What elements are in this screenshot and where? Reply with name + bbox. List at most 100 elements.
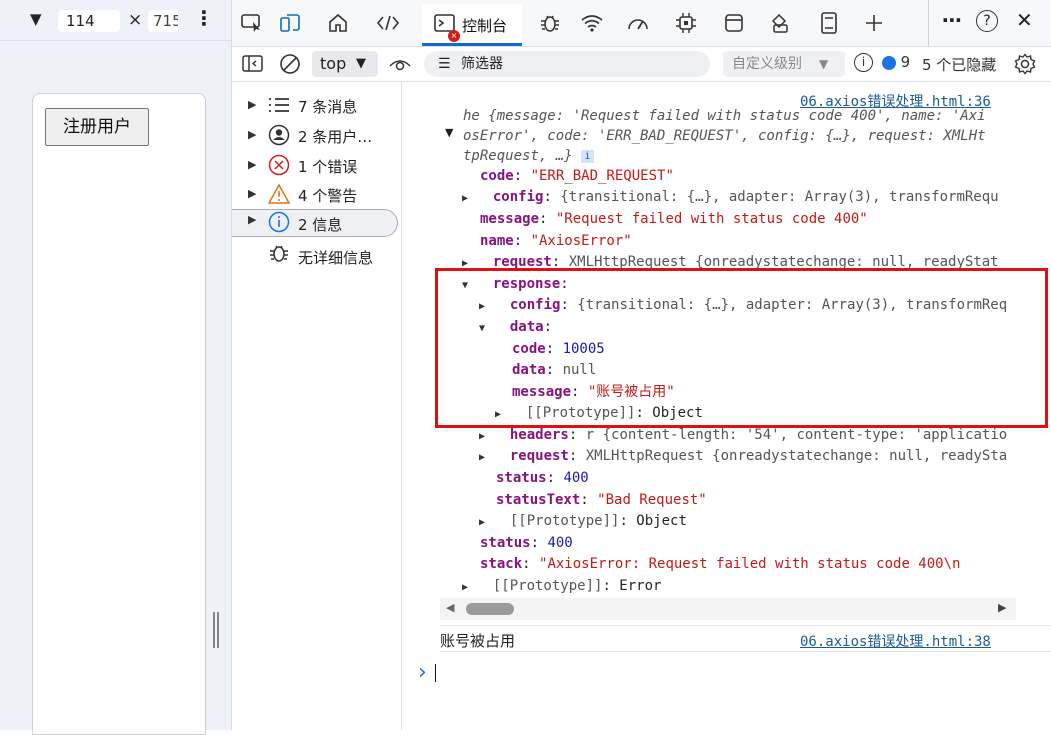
expand-arrow-icon[interactable]: ▶: [462, 577, 476, 598]
performance-icon[interactable]: [624, 9, 652, 37]
context-selector[interactable]: top ▼: [312, 51, 378, 77]
sidebar-item-info[interactable]: ▶ 2 信息: [232, 209, 398, 237]
filter-input[interactable]: ☰ 筛选器: [424, 51, 710, 77]
log-level-select[interactable]: 自定义级别 ▼: [723, 51, 845, 77]
info-icon: [268, 211, 290, 233]
horizontal-scrollbar[interactable]: ◀ ▶: [440, 598, 1016, 620]
issue-count: 9: [900, 53, 911, 71]
console-toolbar: top ▼ ☰ 筛选器 自定义级别 ▼ i 9 5 个已隐藏: [232, 47, 1051, 82]
expand-arrow-icon[interactable]: ▶: [248, 158, 256, 171]
prop-row[interactable]: statusText: "Bad Request": [496, 490, 707, 511]
prop-row[interactable]: ▶ config: {transitional: {…}, adapter: A…: [462, 187, 999, 208]
more-tools-icon[interactable]: ⋯: [942, 8, 962, 32]
info-icon: i: [854, 53, 873, 72]
sidebar-item-label: 2 条用户…: [298, 128, 373, 146]
devtools-main-toolbar: × 控制台 ⋯ ? ✕: [232, 0, 1051, 47]
sidebar-item-label: 7 条消息: [298, 98, 358, 116]
sidebar-item-messages[interactable]: ▶ 7 条消息: [232, 94, 397, 122]
log-message: 账号被占用: [440, 632, 516, 650]
issues-counter[interactable]: i 9: [854, 53, 910, 72]
expand-arrow-icon[interactable]: ▶: [479, 447, 493, 468]
info-icon: i: [581, 149, 595, 163]
width-input[interactable]: 114: [58, 10, 120, 32]
prompt-chevron-icon: ›: [418, 660, 427, 685]
live-expression-icon[interactable]: [388, 54, 412, 78]
clear-console-icon[interactable]: [279, 53, 301, 79]
height-input[interactable]: 715: [148, 10, 178, 32]
prop-row[interactable]: ▶ [[Prototype]]: Object: [479, 511, 687, 532]
bug-icon[interactable]: [536, 9, 564, 37]
device-viewport-pane: ▼ 114 × 715 ⋮ 注册用户: [0, 0, 232, 735]
log-divider: [440, 651, 1051, 652]
scroll-left-icon[interactable]: ◀: [446, 601, 454, 614]
help-icon[interactable]: ?: [976, 10, 998, 32]
prop-row[interactable]: status: 400: [496, 468, 589, 489]
scrollbar-thumb[interactable]: [466, 603, 514, 615]
prop-row[interactable]: ▶ [[Prototype]]: Error: [462, 576, 661, 597]
cpu-icon[interactable]: [672, 9, 700, 37]
error-icon: [268, 154, 290, 176]
sidebar-toggle-icon[interactable]: [242, 54, 264, 78]
expand-arrow-icon[interactable]: ▶: [248, 128, 256, 141]
console-sidebar: ▶ 7 条消息 ▶ 2 条用户… ▶ 1 个错误 ▶ 4 个警告 ▶ 2 信息 …: [232, 82, 402, 730]
message-badge-icon: [881, 55, 896, 70]
prop-row[interactable]: message: "Request failed with status cod…: [480, 209, 868, 230]
list-icon: [268, 94, 290, 116]
expand-arrow-icon[interactable]: ▶: [248, 98, 256, 111]
sidebar-item-label: 无详细信息: [298, 249, 374, 267]
hidden-count: 5 个已隐藏: [922, 56, 997, 74]
error-summary-line: he {message: 'Request failed with status…: [463, 108, 986, 124]
tab-console-label: 控制台: [462, 17, 508, 35]
device-dropdown-icon[interactable]: ▼: [30, 10, 42, 28]
filter-placeholder: 筛选器: [461, 56, 503, 72]
error-summary-tail: tpRequest, …}: [463, 148, 573, 164]
memory-icon[interactable]: [815, 9, 843, 37]
prop-row[interactable]: stack: "AxiosError: Request failed with …: [480, 554, 960, 575]
elements-icon[interactable]: [374, 9, 402, 37]
expand-arrow-icon[interactable]: ▶: [248, 187, 256, 200]
error-badge-icon: ×: [448, 30, 460, 42]
page-viewport: 注册用户: [32, 93, 206, 735]
prop-row[interactable]: code: "ERR_BAD_REQUEST": [480, 166, 674, 187]
plus-icon[interactable]: [860, 9, 888, 37]
expand-arrow-icon[interactable]: ▶: [479, 426, 493, 447]
scroll-right-icon[interactable]: ▶: [998, 601, 1006, 614]
bug-icon: [268, 242, 290, 264]
console-input[interactable]: [435, 664, 436, 682]
expand-arrow-icon[interactable]: ▶: [248, 213, 256, 226]
toolbar-divider: [928, 0, 929, 46]
tab-console[interactable]: × 控制台: [422, 4, 522, 46]
network-icon[interactable]: [578, 9, 606, 37]
context-label: top: [320, 54, 347, 73]
chevron-down-icon: ▼: [819, 57, 829, 71]
sidebar-item-errors[interactable]: ▶ 1 个错误: [232, 154, 397, 182]
warning-icon: [268, 183, 290, 205]
sidebar-item-verbose[interactable]: 无详细信息: [232, 242, 397, 270]
prop-row[interactable]: name: "AxiosError": [480, 231, 632, 252]
source-link[interactable]: 06.axios错误处理.html:38: [800, 631, 991, 651]
prop-row[interactable]: status: 400: [480, 533, 573, 554]
log-level-label: 自定义级别: [732, 56, 802, 72]
expand-arrow-icon[interactable]: ▶: [479, 512, 493, 533]
sidebar-item-label: 1 个错误: [298, 158, 358, 176]
collapse-arrow-icon[interactable]: ▼: [445, 126, 453, 139]
device-toolbar-icon[interactable]: [276, 9, 304, 37]
log-divider: [440, 625, 1051, 626]
inspect-icon[interactable]: [238, 9, 266, 37]
more-options-icon[interactable]: ⋮: [194, 6, 214, 30]
expand-arrow-icon[interactable]: ▶: [462, 188, 476, 209]
sidebar-item-user-messages[interactable]: ▶ 2 条用户…: [232, 124, 397, 152]
paint-icon[interactable]: [766, 9, 794, 37]
dimension-separator: ×: [128, 10, 143, 30]
home-icon[interactable]: [324, 9, 352, 37]
resize-handle[interactable]: [213, 612, 219, 648]
settings-gear-icon[interactable]: [1014, 53, 1036, 79]
application-icon[interactable]: [720, 9, 748, 37]
close-devtools-icon[interactable]: ✕: [1016, 8, 1033, 32]
user-icon: [268, 124, 290, 146]
sidebar-item-warnings[interactable]: ▶ 4 个警告: [232, 183, 397, 211]
prop-row[interactable]: ▶ headers: r {content-length: '54', cont…: [479, 425, 1007, 446]
prop-row[interactable]: ▶ request: XMLHttpRequest {onreadystatec…: [479, 446, 1007, 467]
chevron-down-icon: ▼: [356, 56, 366, 71]
register-user-button[interactable]: 注册用户: [45, 108, 149, 146]
